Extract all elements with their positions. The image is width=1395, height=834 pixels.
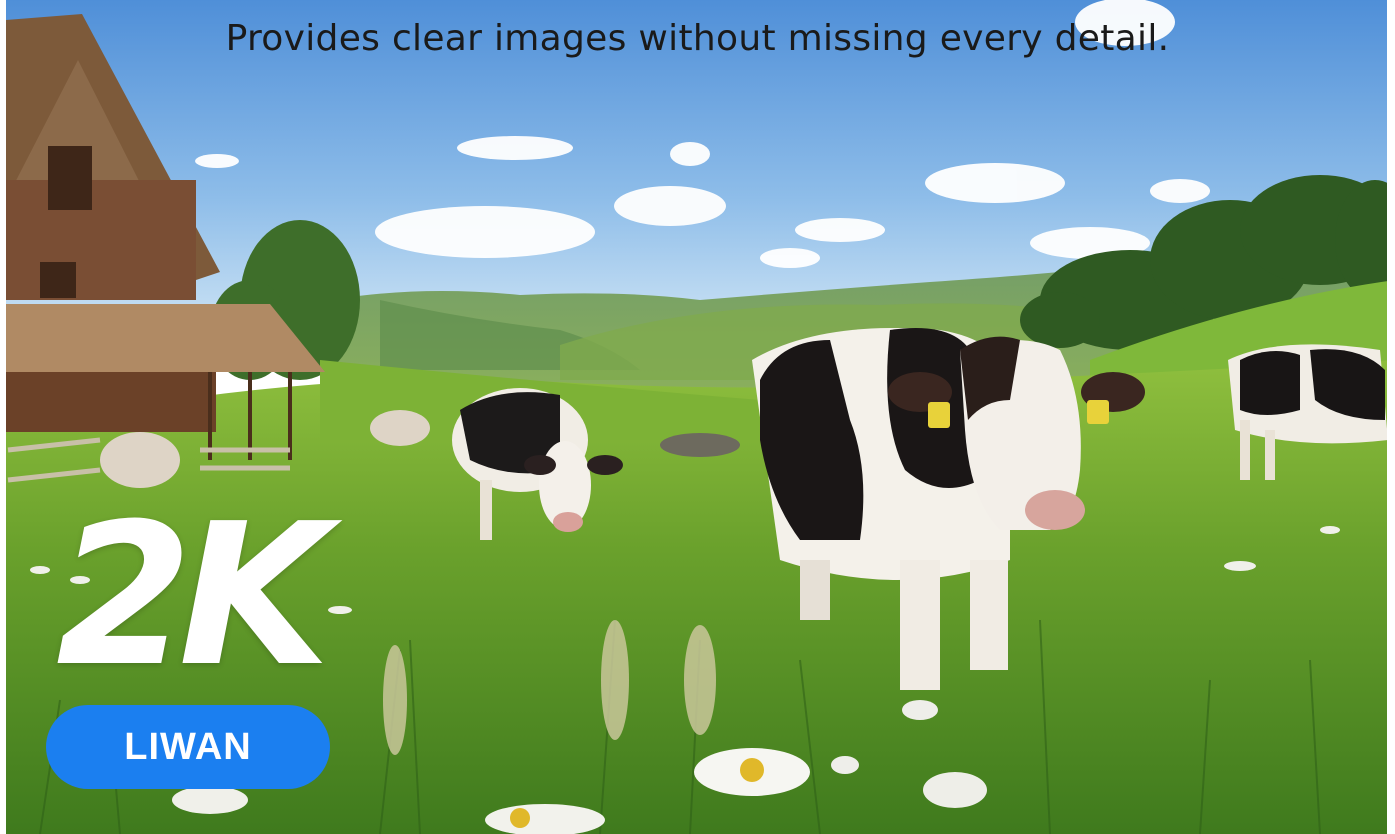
brand-name: LIWAN [124,725,252,768]
frame-edge-right [1387,0,1395,834]
brand-badge: LIWAN [46,705,330,789]
frame-edge-left [0,0,6,834]
product-banner: Provides clear images without missing ev… [0,0,1395,834]
tagline: Provides clear images without missing ev… [225,18,1170,59]
resolution-badge: 2K [56,482,330,710]
